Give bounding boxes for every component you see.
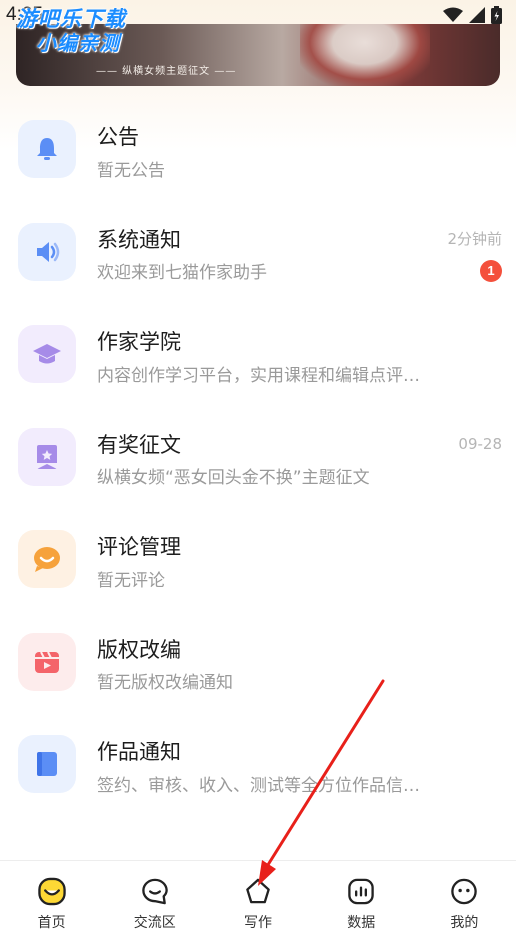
status-icons: [443, 6, 502, 24]
message-text: 有奖征文 09-28 纵横女频“恶女回头金不换”主题征文: [97, 428, 502, 489]
graduation-cap-icon: [33, 344, 61, 364]
wifi-icon: [443, 7, 463, 22]
bottom-tab-bar: 首页 交流区 写作 数据 我的: [0, 860, 516, 932]
message-subtitle: 暂无公告: [97, 160, 165, 181]
message-text: 作家学院 内容创作学习平台，实用课程和编辑点评…: [97, 325, 502, 386]
message-item-comment-management[interactable]: 评论管理 暂无评论: [0, 510, 516, 613]
tab-profile[interactable]: 我的: [413, 861, 516, 932]
writer-academy-icon-box: [18, 325, 76, 383]
message-text: 系统通知 2分钟前 欢迎来到七猫作家助手 1: [97, 223, 502, 284]
message-subtitle: 纵横女频“恶女回头金不换”主题征文: [97, 468, 370, 488]
tab-label: 首页: [37, 915, 66, 931]
message-item-writer-academy[interactable]: 作家学院 内容创作学习平台，实用课程和编辑点评…: [0, 305, 516, 408]
message-text: 评论管理 暂无评论: [97, 530, 502, 591]
message-text: 作品通知 签约、审核、收入、测试等全方位作品信…: [97, 735, 502, 796]
watermark-line-2: 小编亲测: [36, 33, 120, 55]
message-text: 公告 暂无公告: [97, 120, 502, 181]
speaker-icon: [37, 241, 60, 262]
tab-label: 写作: [244, 915, 272, 931]
watermark-line-1: 游吧乐下载: [16, 8, 126, 31]
tab-label: 我的: [450, 915, 479, 931]
message-title: 评论管理: [97, 535, 181, 559]
tab-label: 交流区: [133, 915, 176, 931]
work-notice-icon-box: [18, 735, 76, 793]
bookmark-star-icon: [37, 444, 57, 469]
tab-community[interactable]: 交流区: [103, 861, 206, 932]
message-title: 作家学院: [97, 330, 181, 354]
tab-home[interactable]: 首页: [0, 861, 103, 932]
banner-artwork: [300, 24, 430, 86]
message-title: 作品通知: [97, 740, 181, 764]
tab-data[interactable]: 数据: [310, 861, 413, 932]
watermark: 游吧乐下载 小编亲测: [16, 8, 126, 56]
message-item-announcement[interactable]: 公告 暂无公告: [0, 100, 516, 203]
bell-icon: [37, 138, 57, 160]
comment-management-icon-box: [18, 530, 76, 588]
comment-bubble-icon: [34, 547, 60, 572]
chart-bars-icon: [348, 878, 374, 905]
book-icon: [37, 752, 57, 776]
tab-write[interactable]: 写作: [206, 861, 309, 932]
message-subtitle: 欢迎来到七猫作家助手: [97, 263, 267, 283]
message-item-essay-contest[interactable]: 有奖征文 09-28 纵横女频“恶女回头金不换”主题征文: [0, 408, 516, 511]
battery-icon: [491, 6, 502, 24]
message-item-work-notice[interactable]: 作品通知 签约、审核、收入、测试等全方位作品信…: [0, 715, 516, 818]
message-subtitle: 签约、审核、收入、测试等全方位作品信…: [97, 775, 420, 796]
message-subtitle: 暂无评论: [97, 570, 165, 591]
message-subtitle: 暂无版权改编通知: [97, 673, 233, 693]
message-item-system-notice[interactable]: 系统通知 2分钟前 欢迎来到七猫作家助手 1: [0, 203, 516, 306]
message-subtitle: 内容创作学习平台，实用课程和编辑点评…: [97, 365, 420, 386]
home-face-icon: [37, 877, 66, 906]
profile-face-icon: [451, 878, 478, 905]
message-title: 版权改编: [97, 637, 181, 662]
announcement-icon-box: [18, 120, 76, 178]
message-title: 有奖征文: [97, 432, 181, 457]
banner-caption: —— 纵横女频主题征文 ——: [96, 66, 237, 77]
tab-label: 数据: [347, 915, 376, 931]
signal-icon: [469, 7, 485, 23]
essay-contest-icon-box: [18, 427, 76, 486]
system-notice-icon-box: [18, 222, 76, 281]
message-list: 公告 暂无公告 系统通知 2分钟前 欢迎来到七猫作家助手 1 作家学院 内容创作…: [0, 100, 516, 818]
message-item-copyright-adaptation[interactable]: 版权改编 暂无版权改编通知: [0, 613, 516, 716]
message-text: 版权改编 暂无版权改编通知: [97, 633, 502, 694]
pen-nib-icon: [246, 878, 270, 904]
message-time: 2分钟前: [447, 230, 502, 248]
message-title: 公告: [97, 125, 139, 149]
copyright-adaptation-icon-box: [18, 632, 76, 691]
unread-badge: 1: [480, 259, 502, 282]
video-clapper-icon: [35, 651, 59, 673]
message-time: 09-28: [458, 434, 502, 453]
chat-icon: [142, 878, 168, 905]
message-title: 系统通知: [97, 227, 181, 252]
